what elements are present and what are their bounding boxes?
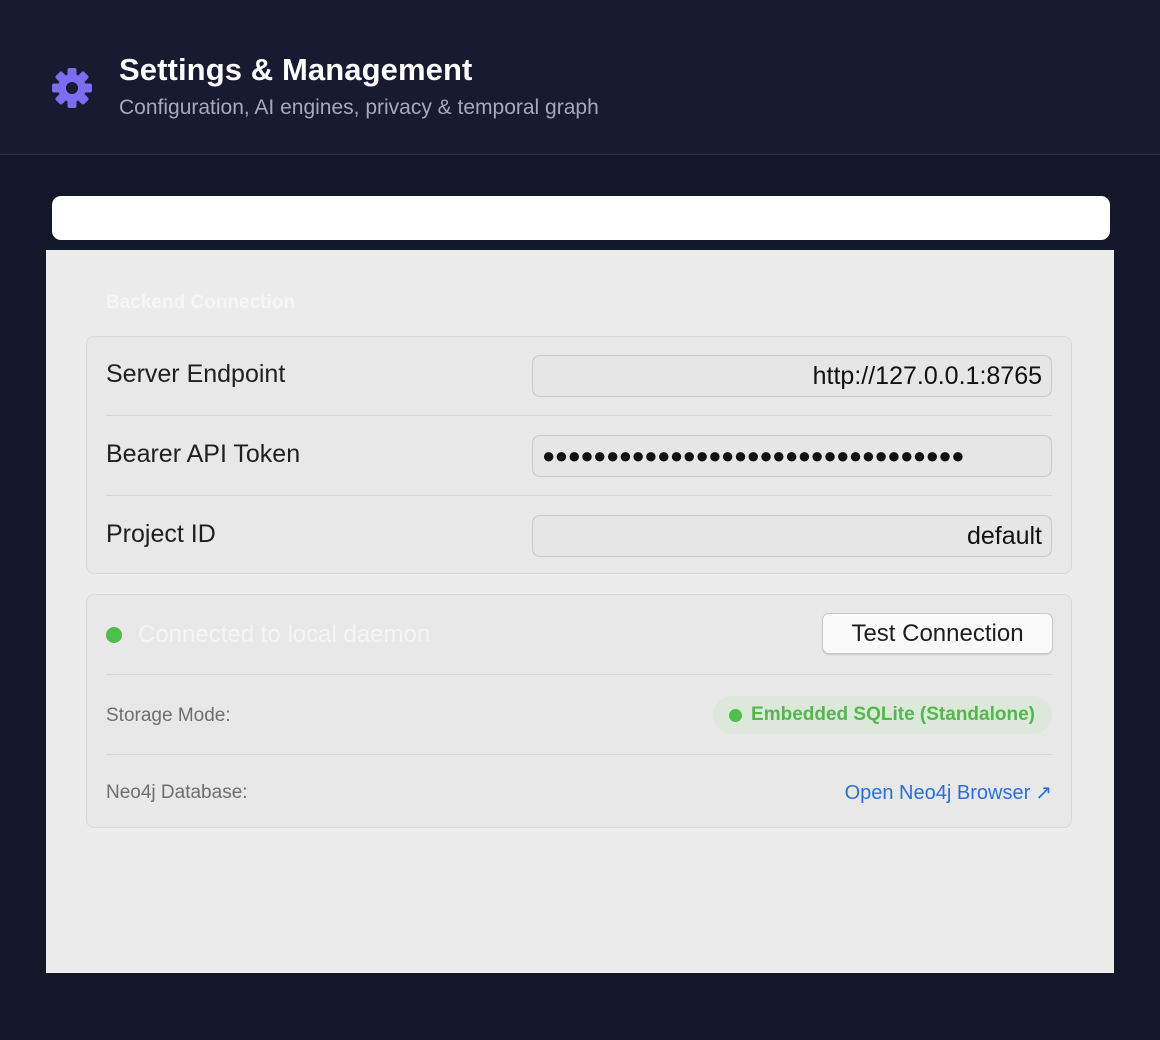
- neo4j-link-label: Open Neo4j Browser: [844, 782, 1031, 804]
- connection-form-card: Server Endpoint Bearer API Token Project…: [86, 336, 1072, 574]
- endpoint-label: Server Endpoint: [106, 360, 286, 388]
- external-link-icon: ↗: [1035, 782, 1052, 804]
- storage-mode-label: Storage Mode:: [106, 705, 231, 726]
- endpoint-row: Server Endpoint: [106, 355, 1052, 397]
- project-label: Project ID: [106, 520, 216, 548]
- connection-status-card: Connected to local daemon Test Connectio…: [86, 594, 1072, 828]
- divider: [106, 495, 1052, 496]
- tab-bar[interactable]: [52, 196, 1110, 240]
- storage-mode-badge: Embedded SQLite (Standalone): [713, 696, 1052, 734]
- project-row: Project ID: [106, 515, 1052, 557]
- gear-icon: [52, 68, 92, 108]
- divider: [106, 674, 1052, 675]
- settings-panel: Backend Connection Server Endpoint Beare…: [46, 250, 1114, 973]
- token-label: Bearer API Token: [106, 440, 301, 468]
- page-title: Settings & Management: [119, 52, 473, 87]
- page-header: Settings & Management Configuration, AI …: [0, 0, 1160, 155]
- section-title: Backend Connection: [106, 292, 295, 313]
- status-dot-icon: [106, 627, 122, 643]
- page-subtitle: Configuration, AI engines, privacy & tem…: [119, 96, 599, 119]
- divider: [106, 415, 1052, 416]
- test-connection-button[interactable]: Test Connection: [822, 613, 1053, 654]
- endpoint-input[interactable]: [532, 355, 1052, 397]
- open-neo4j-browser-link[interactable]: Open Neo4j Browser ↗: [845, 780, 1052, 805]
- divider: [106, 754, 1052, 755]
- neo4j-label: Neo4j Database:: [106, 782, 248, 803]
- project-input[interactable]: [532, 515, 1052, 557]
- status-dot-icon: [729, 708, 743, 722]
- token-row: Bearer API Token: [106, 435, 1052, 477]
- storage-mode-value: Embedded SQLite (Standalone): [751, 704, 1035, 725]
- status-text: Connected to local daemon: [138, 621, 431, 648]
- token-input[interactable]: [532, 435, 1052, 477]
